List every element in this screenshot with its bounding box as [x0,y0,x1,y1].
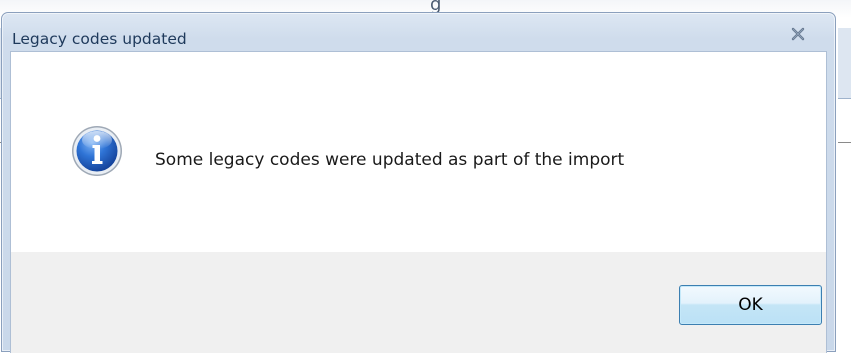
ok-button[interactable]: OK [679,285,822,325]
dialog-title: Legacy codes updated [12,30,187,48]
close-button[interactable] [777,23,819,45]
close-icon [791,27,805,41]
message-dialog: Legacy codes updated Some legacy codes w… [1,12,836,353]
message-area: Some legacy codes were updated as part o… [11,52,826,252]
background-divider-right [838,142,851,143]
message-text: Some legacy codes were updated as part o… [155,150,625,170]
dialog-titlebar[interactable]: Legacy codes updated [2,13,835,49]
background-toolbar-right [838,28,851,99]
dialog-body: Some legacy codes were updated as part o… [10,51,827,353]
information-icon [72,126,122,176]
